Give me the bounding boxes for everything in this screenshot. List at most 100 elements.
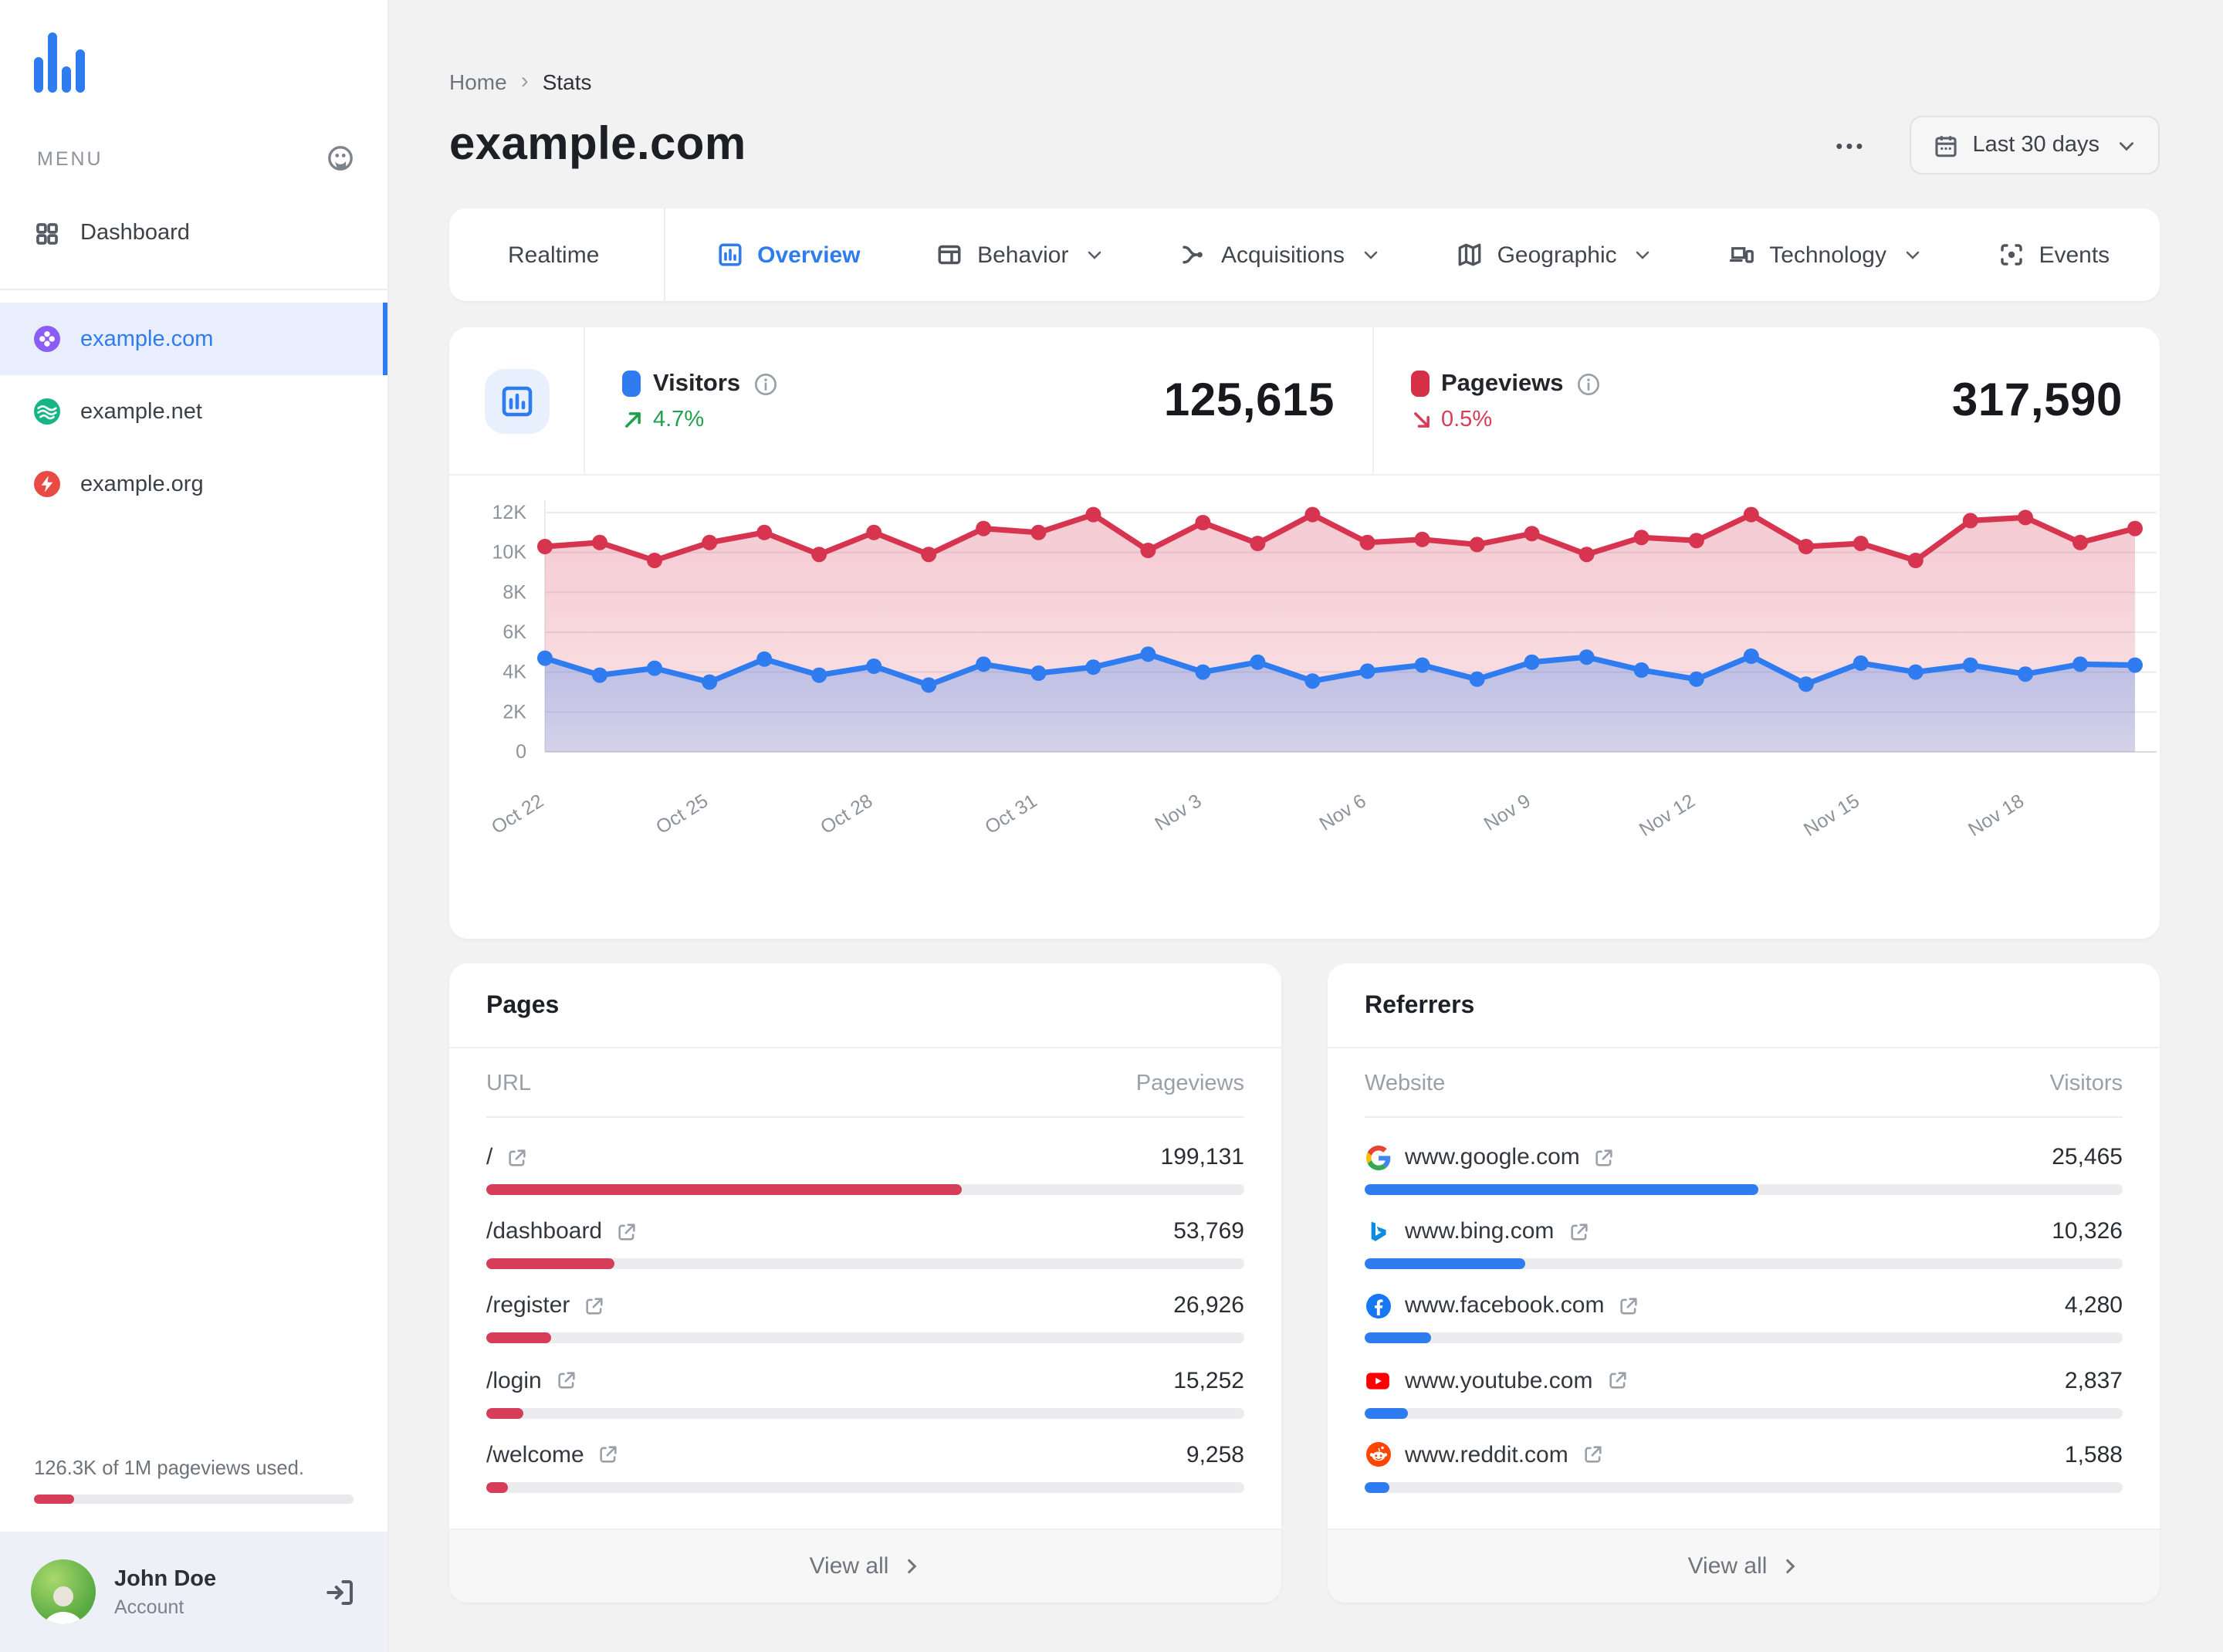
page-link[interactable]: /dashboard bbox=[486, 1219, 638, 1245]
pageviews-point[interactable] bbox=[1852, 536, 1869, 551]
referrer-link[interactable]: www.google.com bbox=[1365, 1144, 1616, 1170]
page-link[interactable]: /welcome bbox=[486, 1442, 620, 1468]
pageviews-point[interactable] bbox=[1030, 524, 1047, 540]
visitors-point[interactable] bbox=[647, 660, 662, 676]
visitors-point[interactable] bbox=[1085, 659, 1101, 675]
pageviews-point[interactable] bbox=[1798, 539, 1814, 554]
visitors-point[interactable] bbox=[1743, 648, 1759, 664]
visitors-point[interactable] bbox=[2072, 656, 2088, 672]
visitors-point[interactable] bbox=[2018, 666, 2033, 682]
pageviews-point[interactable] bbox=[866, 524, 882, 540]
referrer-link[interactable]: www.facebook.com bbox=[1365, 1293, 1639, 1319]
pageviews-point[interactable] bbox=[647, 553, 662, 568]
visitors-point[interactable] bbox=[1195, 664, 1211, 680]
external-link-icon[interactable] bbox=[1606, 1369, 1628, 1391]
external-link-icon[interactable] bbox=[1582, 1444, 1604, 1466]
info-icon[interactable] bbox=[753, 371, 777, 396]
visitors-point[interactable] bbox=[592, 667, 607, 683]
external-link-icon[interactable] bbox=[616, 1221, 638, 1243]
sidebar-site-example.com[interactable]: example.com bbox=[0, 303, 387, 375]
referrer-link[interactable]: www.youtube.com bbox=[1365, 1367, 1628, 1393]
visitors-point[interactable] bbox=[1962, 657, 1978, 673]
visitors-point[interactable] bbox=[1414, 657, 1430, 673]
external-link-icon[interactable] bbox=[598, 1444, 620, 1466]
visitors-point[interactable] bbox=[921, 677, 937, 693]
visitors-point[interactable] bbox=[2127, 657, 2143, 673]
tab-geographic[interactable]: Geographic bbox=[1456, 208, 1653, 301]
pageviews-point[interactable] bbox=[756, 524, 773, 540]
external-link-icon[interactable] bbox=[584, 1295, 605, 1317]
visitors-point[interactable] bbox=[702, 674, 718, 690]
pageviews-point[interactable] bbox=[702, 534, 718, 550]
pageviews-point[interactable] bbox=[1633, 530, 1649, 546]
visitors-point[interactable] bbox=[866, 658, 882, 674]
sidebar-site-example.org[interactable]: example.org bbox=[0, 448, 387, 520]
visitors-point[interactable] bbox=[1798, 676, 1814, 692]
external-link-icon[interactable] bbox=[556, 1369, 577, 1391]
visitors-point[interactable] bbox=[1250, 654, 1266, 670]
pageviews-point[interactable] bbox=[1414, 531, 1430, 547]
referrer-link[interactable]: www.reddit.com bbox=[1365, 1442, 1604, 1468]
visitors-point[interactable] bbox=[1140, 646, 1156, 662]
pageviews-point[interactable] bbox=[2072, 534, 2088, 550]
pageviews-point[interactable] bbox=[1304, 506, 1321, 523]
pageviews-point[interactable] bbox=[592, 534, 607, 550]
pageviews-point[interactable] bbox=[1578, 547, 1595, 563]
pageviews-point[interactable] bbox=[1140, 543, 1156, 558]
page-link[interactable]: / bbox=[486, 1144, 528, 1170]
pages-view-all-button[interactable]: View all bbox=[449, 1528, 1281, 1603]
pageviews-point[interactable] bbox=[811, 547, 827, 563]
pageviews-point[interactable] bbox=[1524, 526, 1540, 542]
pageviews-point[interactable] bbox=[2018, 509, 2033, 526]
tab-acquisitions[interactable]: Acquisitions bbox=[1179, 208, 1380, 301]
visitors-point[interactable] bbox=[1359, 663, 1375, 679]
pageviews-point[interactable] bbox=[1085, 506, 1101, 523]
visitors-point[interactable] bbox=[976, 656, 992, 672]
external-link-icon[interactable] bbox=[1594, 1146, 1616, 1168]
tab-overview[interactable]: Overview bbox=[716, 208, 861, 301]
pageviews-point[interactable] bbox=[1688, 533, 1704, 549]
visitors-point[interactable] bbox=[1030, 665, 1047, 681]
tab-realtime[interactable]: Realtime bbox=[449, 208, 664, 301]
page-link[interactable]: /login bbox=[486, 1367, 577, 1393]
visitors-point[interactable] bbox=[1304, 673, 1321, 689]
face-icon[interactable] bbox=[327, 145, 354, 171]
logout-icon[interactable] bbox=[324, 1576, 357, 1608]
external-link-icon[interactable] bbox=[1568, 1221, 1589, 1243]
pageviews-point[interactable] bbox=[1469, 537, 1485, 553]
more-options-button[interactable]: ••• bbox=[1832, 124, 1869, 166]
visitors-point[interactable] bbox=[756, 651, 773, 667]
date-range-button[interactable]: Last 30 days bbox=[1909, 116, 2160, 174]
pageviews-point[interactable] bbox=[1359, 534, 1375, 550]
referrers-view-all-button[interactable]: View all bbox=[1328, 1528, 2160, 1603]
pageviews-point[interactable] bbox=[921, 547, 937, 563]
visitors-point[interactable] bbox=[1907, 664, 1924, 680]
visitors-point[interactable] bbox=[537, 650, 553, 666]
visitors-point[interactable] bbox=[1469, 671, 1485, 687]
breadcrumb-home[interactable]: Home bbox=[449, 69, 507, 93]
pageviews-point[interactable] bbox=[1907, 553, 1924, 568]
referrer-link[interactable]: www.bing.com bbox=[1365, 1219, 1589, 1245]
visitors-point[interactable] bbox=[1852, 655, 1869, 671]
external-link-icon[interactable] bbox=[1618, 1295, 1639, 1317]
visitors-point[interactable] bbox=[1688, 671, 1704, 687]
account-footer[interactable]: John Doe Account bbox=[0, 1532, 387, 1652]
pageviews-point[interactable] bbox=[1195, 515, 1211, 530]
pageviews-point[interactable] bbox=[2127, 520, 2143, 537]
pageviews-point[interactable] bbox=[976, 520, 992, 537]
sidebar-item-dashboard[interactable]: Dashboard bbox=[0, 199, 387, 267]
pageviews-point[interactable] bbox=[537, 539, 553, 554]
visitors-point[interactable] bbox=[1578, 649, 1595, 665]
visitors-point[interactable] bbox=[1524, 654, 1540, 670]
tab-behavior[interactable]: Behavior bbox=[936, 208, 1104, 301]
sidebar-site-example.net[interactable]: example.net bbox=[0, 375, 387, 448]
external-link-icon[interactable] bbox=[506, 1146, 528, 1168]
page-link[interactable]: /register bbox=[486, 1293, 605, 1319]
pageviews-point[interactable] bbox=[1743, 506, 1759, 523]
pageviews-point[interactable] bbox=[1250, 536, 1266, 551]
visitors-point[interactable] bbox=[811, 667, 827, 683]
pageviews-point[interactable] bbox=[1962, 513, 1978, 529]
tab-technology[interactable]: Technology bbox=[1727, 208, 1922, 301]
tab-events[interactable]: Events bbox=[1997, 208, 2110, 301]
info-icon[interactable] bbox=[1576, 371, 1601, 396]
